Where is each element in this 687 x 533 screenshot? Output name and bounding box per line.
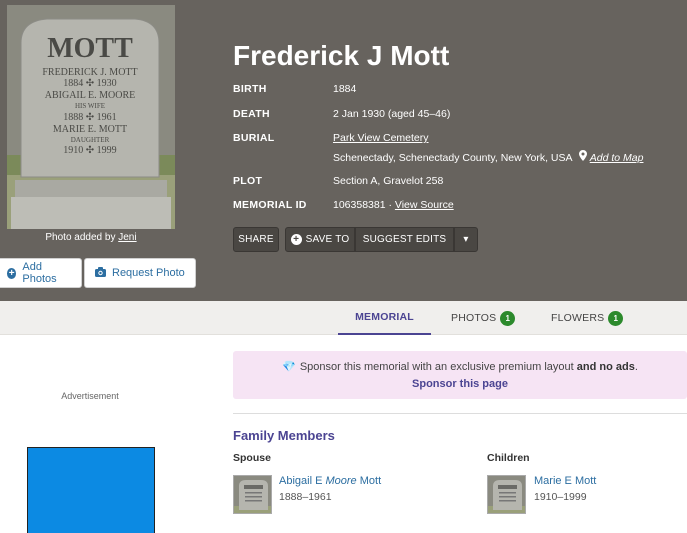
cemetery-link-text[interactable]: Park View Cemetery (333, 132, 429, 144)
burial-cemetery-link[interactable]: Park View Cemetery (333, 132, 429, 144)
burial-location-text: Schenectady, Schenectady County, New Yor… (333, 152, 572, 164)
add-photos-button[interactable]: + Add Photos (0, 258, 82, 288)
sponsor-text: 💎 Sponsor this memorial with an exclusive… (233, 360, 687, 373)
spouse-last-name: Mott (359, 475, 382, 487)
photo-credit: Photo added by Jeni (7, 232, 175, 243)
headstone-engraving-line: 1884 ✣ 1930 (63, 78, 116, 89)
advertisement-banner[interactable] (27, 447, 155, 533)
spouse-dates: 1888–1961 (279, 491, 332, 503)
birth-value: 1884 (333, 83, 357, 95)
children-heading: Children (487, 452, 530, 464)
request-photo-label: Request Photo (112, 267, 185, 279)
headstone-engraving-line: DAUGHTER (71, 136, 110, 144)
headstone-engraving-line: MARIE E. MOTT (53, 124, 127, 135)
plus-icon: + (7, 267, 17, 279)
headstone-engraving-line: ABIGAIL E. MOORE (45, 90, 135, 101)
diamond-icon: 💎 (282, 361, 296, 373)
headstone-engraving-line: 1888 ✣ 1961 (63, 112, 116, 123)
burial-label: BURIAL (233, 132, 275, 144)
headstone-engraving-line: MOTT (47, 33, 133, 64)
sponsor-text-main: Sponsor this memorial with an exclusive … (299, 361, 574, 373)
save-to-button[interactable]: + SAVE TO (285, 227, 355, 252)
memorial-id-separator: · (388, 199, 392, 211)
tab-photos-label: PHOTOS (451, 312, 497, 324)
photos-count-badge: 1 (500, 310, 516, 326)
sponsor-text-end: . (634, 361, 638, 373)
death-value: 2 Jan 1930 (aged 45–46) (333, 108, 451, 120)
memorial-tabs: MEMORIAL PHOTOS 1 FLOWERS 1 (0, 301, 687, 335)
camera-icon (95, 266, 106, 280)
plot-value: Section A, Gravelot 258 (333, 175, 444, 187)
spouse-first-name: Abigail E (279, 475, 323, 487)
family-members-title: Family Members (233, 428, 335, 443)
child-thumbnail[interactable] (487, 475, 526, 514)
headstone-engraving-line: HIS WIFE (75, 102, 105, 110)
share-button[interactable]: SHARE (233, 227, 279, 252)
section-divider (233, 413, 687, 414)
sponsor-banner: 💎 Sponsor this memorial with an exclusive… (233, 351, 687, 399)
sponsor-page-link[interactable]: Sponsor this page (233, 378, 687, 390)
photo-credit-prefix: Photo added by (45, 232, 116, 243)
chevron-down-icon[interactable]: ▾ (454, 227, 478, 252)
death-label: DEATH (233, 108, 270, 120)
tab-photos[interactable]: PHOTOS 1 (451, 301, 516, 335)
tab-flowers-label: FLOWERS (551, 312, 605, 324)
sponsor-text-bold: and no ads (576, 361, 635, 373)
save-to-label: SAVE TO (305, 234, 350, 245)
advertisement-label: Advertisement (61, 391, 119, 401)
birth-label: BIRTH (233, 83, 267, 95)
headstone-photo[interactable]: MOTT FREDERICK J. MOTT 1884 ✣ 1930 ABIGA… (7, 5, 175, 229)
burial-location: Schenectady, Schenectady County, New Yor… (333, 150, 643, 164)
headstone-engraving-line: FREDERICK J. MOTT (42, 67, 137, 78)
tab-flowers[interactable]: FLOWERS 1 (551, 301, 624, 335)
child-link[interactable]: Marie E Mott (534, 475, 596, 487)
spouse-maiden-name: Moore (325, 475, 357, 487)
child-dates: 1910–1999 (534, 491, 587, 503)
flowers-count-badge: 1 (608, 310, 624, 326)
plus-icon: + (290, 234, 302, 245)
spouse-thumbnail[interactable] (233, 475, 272, 514)
memorial-name: Frederick J Mott (233, 40, 450, 71)
add-photos-label: Add Photos (22, 261, 57, 285)
plot-label: PLOT (233, 175, 263, 187)
memorial-id-value: 106358381 (333, 199, 386, 211)
memorial-header: MOTT FREDERICK J. MOTT 1884 ✣ 1930 ABIGA… (0, 0, 687, 301)
photo-credit-user-link[interactable]: Jeni (118, 232, 136, 243)
map-pin-icon (578, 150, 587, 164)
spouse-link[interactable]: Abigail E Moore Mott (279, 475, 381, 487)
memorial-id: 106358381 · View Source (333, 199, 454, 211)
tab-memorial[interactable]: MEMORIAL (338, 301, 431, 335)
add-to-map-link[interactable]: Add to Map (590, 152, 644, 164)
headstone-engraving-line: 1910 ✣ 1999 (63, 145, 116, 156)
spouse-heading: Spouse (233, 452, 271, 464)
view-source-link[interactable]: View Source (395, 199, 454, 211)
request-photo-button[interactable]: Request Photo (84, 258, 196, 288)
suggest-edits-button[interactable]: SUGGEST EDITS (355, 227, 454, 252)
memorial-id-label: MEMORIAL ID (233, 199, 307, 211)
